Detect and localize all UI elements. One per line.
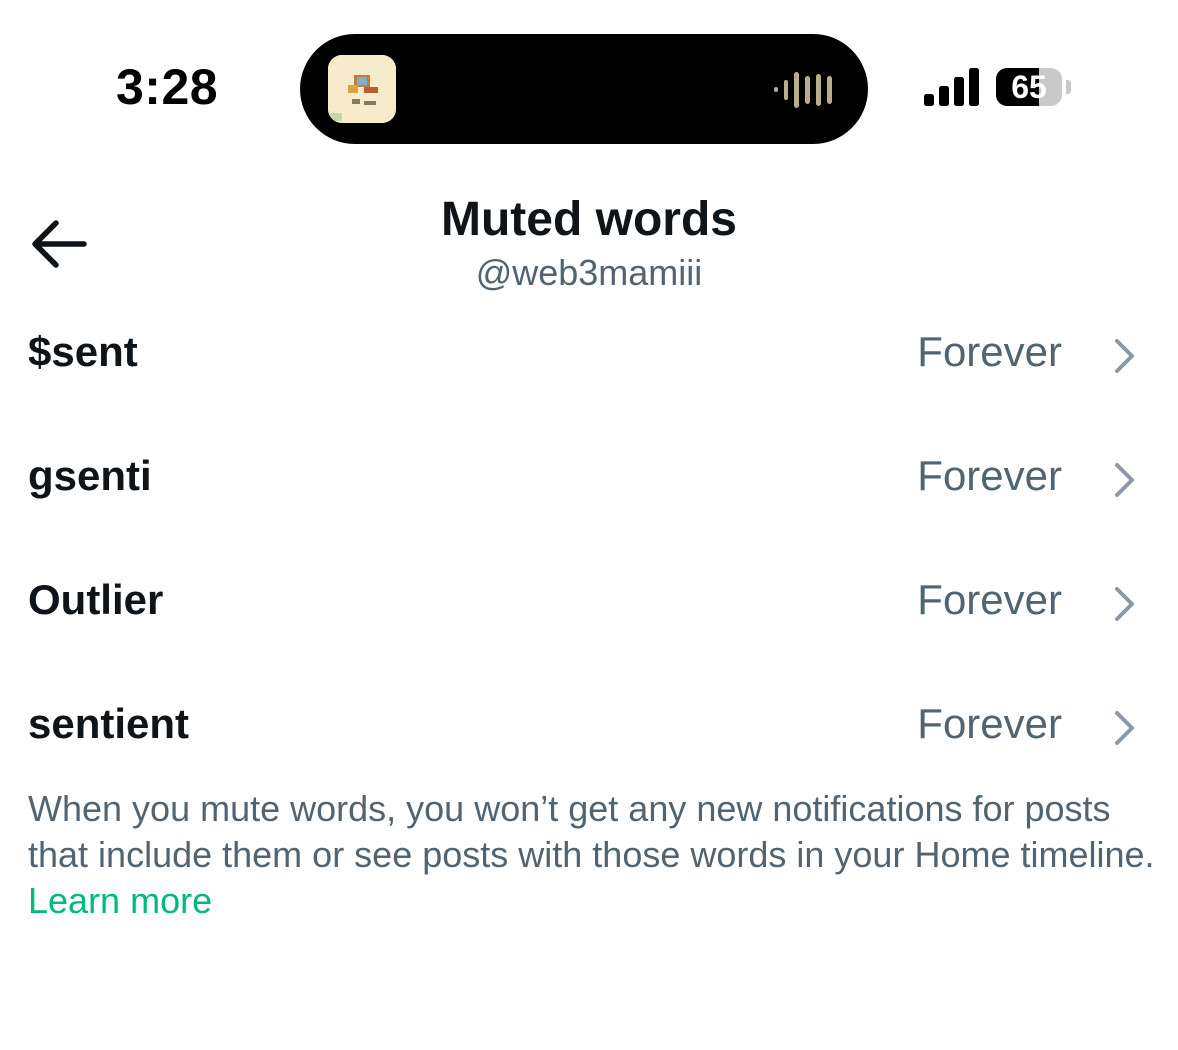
muted-word: sentient <box>28 700 190 747</box>
explanation-text: When you mute words, you won’t get any n… <box>28 788 1155 875</box>
now-playing-artwork <box>328 55 396 123</box>
status-time: 3:28 <box>116 59 219 115</box>
muted-words-screen: 3:28 65 Muted words @web3mamiii $sent Fo… <box>0 0 1178 1050</box>
mute-duration: Forever <box>917 328 1062 375</box>
account-handle: @web3mamiii <box>475 252 703 293</box>
muted-words-explanation: When you mute words, you won’t get any n… <box>28 786 1158 924</box>
muted-word: Outlier <box>28 576 164 623</box>
muted-word-row[interactable]: sentient Forever <box>0 674 1178 774</box>
dynamic-island[interactable] <box>300 34 868 144</box>
mute-duration: Forever <box>917 576 1062 623</box>
learn-more-link[interactable]: Learn more <box>28 880 212 921</box>
page-title: Muted words <box>441 193 737 246</box>
muted-word-row[interactable]: $sent Forever <box>0 302 1178 402</box>
muted-word: gsenti <box>28 452 152 499</box>
mute-duration: Forever <box>917 452 1062 499</box>
battery-cap <box>1066 80 1071 94</box>
chevron-right-icon <box>1115 587 1134 621</box>
audio-waveform-icon <box>774 70 838 110</box>
chevron-right-icon <box>1115 339 1134 373</box>
chevron-right-icon <box>1115 463 1134 497</box>
mute-duration: Forever <box>917 700 1062 747</box>
battery-percentage: 65 <box>1011 69 1047 105</box>
chevron-right-icon <box>1115 711 1134 745</box>
muted-word: $sent <box>28 328 138 375</box>
muted-word-row[interactable]: Outlier Forever <box>0 550 1178 650</box>
battery-icon: 65 <box>996 68 1062 106</box>
cellular-signal-icon <box>924 68 982 106</box>
muted-word-row[interactable]: gsenti Forever <box>0 426 1178 526</box>
